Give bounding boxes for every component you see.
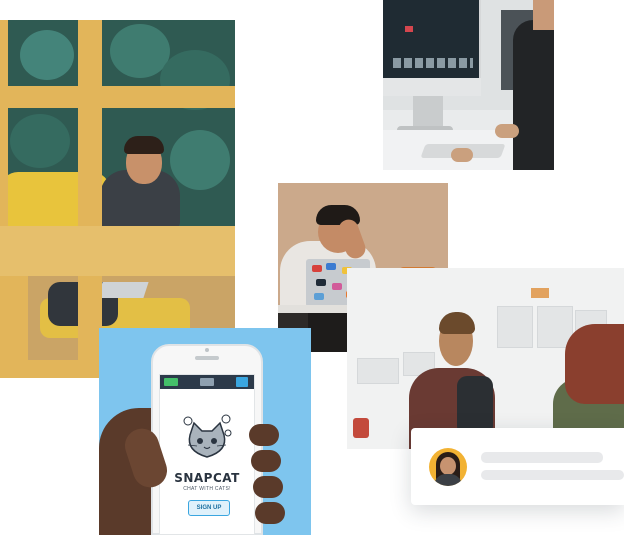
phone-app-photo: SNAPCAT CHAT WITH CATS! SIGN UP [99,328,311,535]
man-hair [439,312,475,334]
woman-hair [565,324,624,404]
laptop [97,282,149,298]
person-face [533,0,554,30]
screen-element [405,26,413,32]
lounge-photo [0,20,235,378]
monitor-chin [383,78,481,96]
sticker [326,263,336,270]
sticker [312,265,322,272]
wood-beam [0,86,235,108]
screen-thumbnails [393,58,473,68]
sticker [314,293,324,300]
backpack [457,376,493,436]
app-tagline: CHAT WITH CATS! [183,486,231,492]
cat-icon [183,414,232,458]
sticky-note [497,306,533,348]
profile-card[interactable] [411,428,624,505]
finger [249,424,279,446]
sticker [332,283,342,290]
app-name: SNAPCAT [174,471,240,485]
placeholder-line [481,470,624,480]
photo-collage: SNAPCAT CHAT WITH CATS! SIGN UP [0,0,624,535]
sign-up-button[interactable]: SIGN UP [188,500,230,516]
monitor-stand [413,96,443,130]
app-top-bar [160,375,254,389]
smartphone: SNAPCAT CHAT WITH CATS! SIGN UP [151,344,263,535]
person [513,20,554,170]
hand [495,124,519,138]
wood-beam [0,226,235,276]
wood-beam [78,20,102,378]
sticker [316,279,326,286]
man-hair [124,136,164,154]
imac-desk-photo [383,0,554,170]
phone-screen: SNAPCAT CHAT WITH CATS! SIGN UP [159,374,255,535]
orange-sticky-note [531,288,549,298]
imac-monitor [383,0,481,96]
succulent-leaf [20,30,74,80]
avatar-face [440,457,456,475]
wood-beam [0,20,8,378]
app-icon [236,377,248,387]
wood-beam [8,276,28,360]
sticky-note [357,358,399,384]
menu-dots-icon [200,378,214,386]
succulent-leaf [170,130,230,190]
whiteboard-meeting-photo [347,268,624,449]
finger [255,502,285,524]
monitor-screen [383,0,479,78]
status-badge [164,378,178,386]
succulent-leaf [10,114,70,168]
speaker-icon [195,356,219,360]
hand [451,148,473,162]
camera-icon [205,348,209,352]
placeholder-line [481,452,603,463]
red-stapler [353,418,369,438]
finger [251,450,281,472]
finger [253,476,283,498]
avatar[interactable] [429,448,467,486]
